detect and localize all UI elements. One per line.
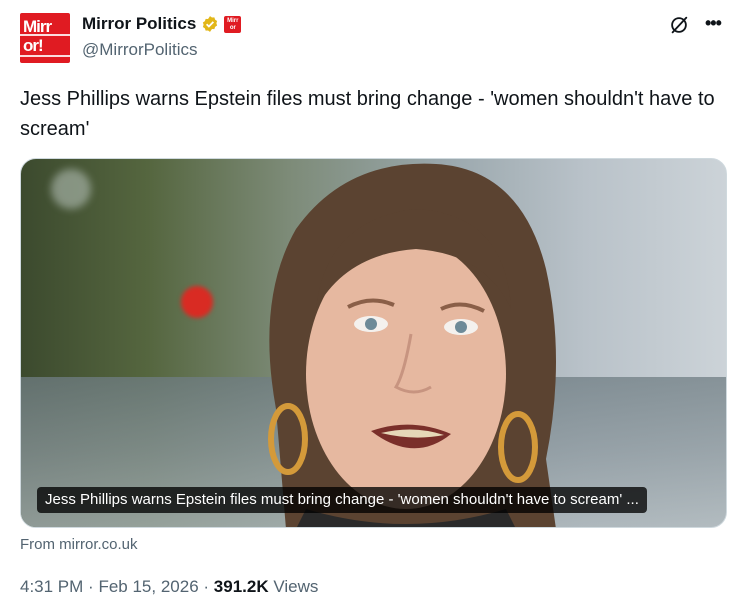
- tweet-date[interactable]: Feb 15, 2026: [98, 577, 198, 596]
- background-light: [181, 286, 213, 318]
- avatar-text-line2: or!: [23, 36, 44, 55]
- meta-separator-2: ·: [203, 577, 210, 596]
- card-caption: Jess Phillips warns Epstein files must b…: [37, 487, 647, 513]
- card-photo: [268, 163, 556, 527]
- display-name[interactable]: Mirror Politics: [82, 14, 196, 34]
- meta-separator: ·: [88, 577, 94, 596]
- views-label: Views: [273, 577, 319, 596]
- grok-icon[interactable]: [668, 14, 690, 36]
- views-count: 391.2K: [213, 577, 269, 596]
- tweet-time[interactable]: 4:31 PM: [20, 577, 83, 596]
- more-options-icon[interactable]: •••: [705, 14, 722, 32]
- tweet-text: Jess Phillips warns Epstein files must b…: [20, 88, 715, 140]
- author-name-row: Mirror Politics Mirr or: [82, 14, 242, 34]
- card-source[interactable]: From mirror.co.uk: [20, 536, 138, 553]
- handle[interactable]: @MirrorPolitics: [82, 40, 197, 60]
- affiliate-badge[interactable]: Mirr or: [224, 15, 242, 33]
- tweet-meta: 4:31 PM · Feb 15, 2026 · 391.2K Views: [20, 577, 318, 597]
- avatar[interactable]: Mirr or!: [20, 13, 70, 63]
- avatar-text-line1: Mirr: [23, 17, 52, 36]
- verified-badge-icon[interactable]: [201, 15, 219, 33]
- link-card[interactable]: Jess Phillips warns Epstein files must b…: [20, 158, 727, 528]
